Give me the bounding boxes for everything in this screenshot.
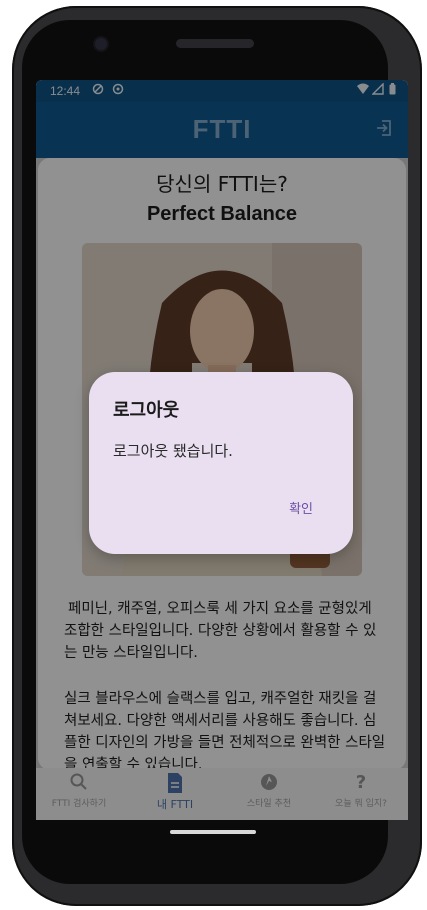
dialog-message: 로그아웃 됐습니다. [113,442,233,460]
logout-dialog: 로그아웃 로그아웃 됐습니다. 확인 [89,372,353,554]
earpiece-speaker [176,39,254,48]
device-screen: 12:44 FTTI 당신의 FTTI는? Perfect Balance 페미… [36,80,408,820]
front-camera [95,38,107,50]
confirm-button[interactable]: 확인 [289,498,313,517]
dialog-title: 로그아웃 [113,400,180,421]
gesture-bar[interactable] [170,830,256,834]
